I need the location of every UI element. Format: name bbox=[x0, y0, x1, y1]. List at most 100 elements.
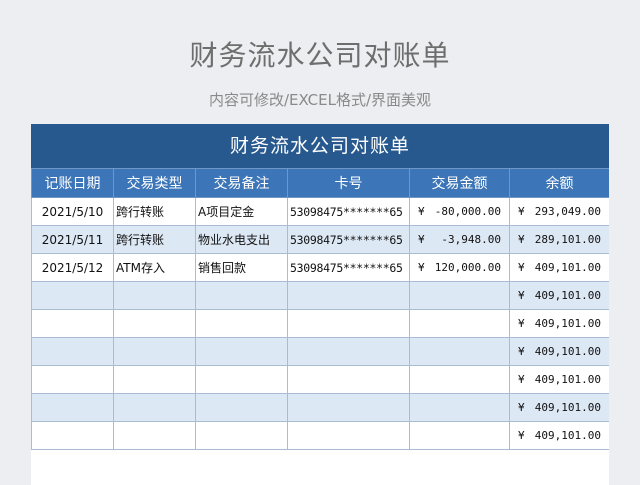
column-header-card[interactable]: 卡号 bbox=[287, 168, 410, 198]
cell-type[interactable]: 跨行转账 bbox=[113, 225, 196, 254]
cell-amount[interactable] bbox=[409, 421, 510, 450]
table-row: 2021/5/11 跨行转账 物业水电支出 53098475*******65 ¥ -3,… bbox=[31, 225, 609, 254]
cell-amount[interactable] bbox=[409, 281, 510, 310]
balance-value-wrap: ¥409,101.00 bbox=[511, 429, 609, 442]
cell-type[interactable]: 跨行转账 bbox=[113, 197, 196, 226]
cell-balance[interactable]: ¥409,101.00 bbox=[509, 421, 609, 450]
column-header-balance[interactable]: 余额 bbox=[509, 168, 609, 198]
cell-balance[interactable]: ¥409,101.00 bbox=[509, 281, 609, 310]
cell-card[interactable] bbox=[287, 421, 410, 450]
cell-note[interactable] bbox=[195, 365, 288, 394]
table-row: ¥409,101.00 bbox=[31, 393, 609, 422]
cell-amount[interactable]: ¥120,000.00 bbox=[409, 253, 510, 282]
balance-value: 409,101.00 bbox=[534, 401, 601, 414]
amount-value: -80,000.00 bbox=[434, 205, 501, 218]
cell-note[interactable] bbox=[195, 309, 288, 338]
cell-card[interactable]: 53098475*******65 bbox=[287, 225, 410, 254]
statement-sheet: 财务流水公司对账单 记账日期 交易类型 交易备注 卡号 交易金额 余额 2021… bbox=[31, 124, 609, 485]
cell-amount[interactable]: ¥ -3,948.00 bbox=[409, 225, 510, 254]
table-row: ¥409,101.00 bbox=[31, 421, 609, 450]
cell-card[interactable] bbox=[287, 281, 410, 310]
cell-balance[interactable]: ¥409,101.00 bbox=[509, 337, 609, 366]
balance-value-wrap: ¥409,101.00 bbox=[511, 289, 609, 302]
cell-type[interactable] bbox=[113, 365, 196, 394]
statement-table: 记账日期 交易类型 交易备注 卡号 交易金额 余额 2021/5/10 跨行转账 A… bbox=[31, 168, 609, 450]
currency-symbol: ¥ bbox=[518, 345, 525, 358]
cell-card[interactable] bbox=[287, 393, 410, 422]
cell-note[interactable]: 销售回款 bbox=[195, 253, 288, 282]
amount-value-wrap: ¥ -3,948.00 bbox=[411, 233, 509, 246]
cell-card[interactable] bbox=[287, 337, 410, 366]
cell-amount[interactable] bbox=[409, 393, 510, 422]
currency-symbol: ¥ bbox=[518, 233, 525, 246]
cell-date[interactable] bbox=[31, 393, 114, 422]
cell-note[interactable]: A项目定金 bbox=[195, 197, 288, 226]
balance-value-wrap: ¥409,101.00 bbox=[511, 401, 609, 414]
cell-amount[interactable] bbox=[409, 309, 510, 338]
table-row: ¥409,101.00 bbox=[31, 365, 609, 394]
cell-date[interactable] bbox=[31, 309, 114, 338]
cell-note[interactable]: 物业水电支出 bbox=[195, 225, 288, 254]
cell-date[interactable] bbox=[31, 421, 114, 450]
cell-balance[interactable]: ¥409,101.00 bbox=[509, 309, 609, 338]
cell-balance[interactable]: ¥293,049.00 bbox=[509, 197, 609, 226]
cell-balance[interactable]: ¥409,101.00 bbox=[509, 365, 609, 394]
cell-type[interactable]: ATM存入 bbox=[113, 253, 196, 282]
amount-value: 120,000.00 bbox=[434, 261, 501, 274]
balance-value: 409,101.00 bbox=[534, 373, 601, 386]
column-header-note[interactable]: 交易备注 bbox=[195, 168, 288, 198]
cell-card[interactable]: 53098475*******65 bbox=[287, 197, 410, 226]
cell-type[interactable] bbox=[113, 337, 196, 366]
column-header-amount[interactable]: 交易金额 bbox=[409, 168, 510, 198]
cell-balance[interactable]: ¥409,101.00 bbox=[509, 393, 609, 422]
table-row: ¥409,101.00 bbox=[31, 337, 609, 366]
cell-date[interactable]: 2021/5/10 bbox=[31, 197, 114, 226]
cell-date[interactable] bbox=[31, 337, 114, 366]
table-row: 2021/5/10 跨行转账 A项目定金 53098475*******65 ¥ -80,… bbox=[31, 197, 609, 226]
cell-card[interactable] bbox=[287, 365, 410, 394]
currency-symbol: ¥ bbox=[518, 429, 525, 442]
cell-note[interactable] bbox=[195, 281, 288, 310]
balance-value: 293,049.00 bbox=[534, 205, 601, 218]
cell-type[interactable] bbox=[113, 421, 196, 450]
balance-value: 409,101.00 bbox=[534, 429, 601, 442]
cell-amount[interactable] bbox=[409, 337, 510, 366]
cell-card[interactable] bbox=[287, 309, 410, 338]
currency-symbol: ¥ bbox=[418, 205, 425, 218]
balance-value: 409,101.00 bbox=[534, 261, 601, 274]
cell-date[interactable]: 2021/5/12 bbox=[31, 253, 114, 282]
cell-date[interactable] bbox=[31, 365, 114, 394]
balance-value-wrap: ¥409,101.00 bbox=[511, 317, 609, 330]
cell-type[interactable] bbox=[113, 309, 196, 338]
cell-amount[interactable] bbox=[409, 365, 510, 394]
table-row: ¥409,101.00 bbox=[31, 281, 609, 310]
cell-note[interactable] bbox=[195, 421, 288, 450]
cell-date[interactable]: 2021/5/11 bbox=[31, 225, 114, 254]
cell-amount[interactable]: ¥ -80,000.00 bbox=[409, 197, 510, 226]
currency-symbol: ¥ bbox=[518, 205, 525, 218]
cell-date[interactable] bbox=[31, 281, 114, 310]
balance-value-wrap: ¥293,049.00 bbox=[511, 205, 609, 218]
cell-card[interactable]: 53098475*******65 bbox=[287, 253, 410, 282]
balance-value: 409,101.00 bbox=[534, 345, 601, 358]
cell-type[interactable] bbox=[113, 393, 196, 422]
column-header-date[interactable]: 记账日期 bbox=[31, 168, 114, 198]
amount-value-wrap: ¥ -80,000.00 bbox=[411, 205, 509, 218]
currency-symbol: ¥ bbox=[518, 261, 525, 274]
page-subtitle: 内容可修改/EXCEL格式/界面美观 bbox=[208, 91, 432, 109]
cell-note[interactable] bbox=[195, 393, 288, 422]
currency-symbol: ¥ bbox=[518, 317, 525, 330]
sheet-banner: 财务流水公司对账单 bbox=[31, 124, 609, 168]
balance-value: 409,101.00 bbox=[534, 317, 601, 330]
currency-symbol: ¥ bbox=[518, 373, 525, 386]
amount-value: -3,948.00 bbox=[441, 233, 501, 246]
cell-type[interactable] bbox=[113, 281, 196, 310]
balance-value: 409,101.00 bbox=[534, 289, 601, 302]
column-header-type[interactable]: 交易类型 bbox=[113, 168, 196, 198]
cell-balance[interactable]: ¥289,101.00 bbox=[509, 225, 609, 254]
cell-balance[interactable]: ¥409,101.00 bbox=[509, 253, 609, 282]
currency-symbol: ¥ bbox=[518, 289, 525, 302]
balance-value-wrap: ¥409,101.00 bbox=[511, 345, 609, 358]
currency-symbol: ¥ bbox=[418, 233, 425, 246]
cell-note[interactable] bbox=[195, 337, 288, 366]
